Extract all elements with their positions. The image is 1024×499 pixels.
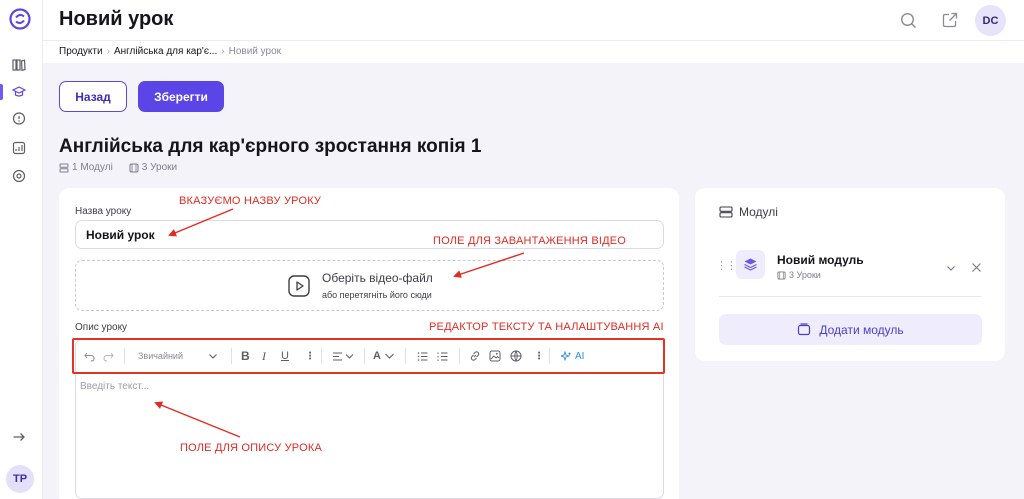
active-indicator — [0, 84, 3, 100]
breadcrumb-current: Новий урок — [228, 46, 282, 57]
page-title: Новий урок — [59, 8, 174, 30]
app-logo-icon[interactable] — [9, 8, 31, 30]
video-upload-dropzone[interactable]: Оберіть відео-файл або перетягніть його … — [75, 260, 664, 311]
add-module-button[interactable]: Додати модуль — [719, 314, 982, 345]
editor-placeholder[interactable]: Введіть текст... — [80, 381, 149, 392]
course-meta: 1 Модулі 3 Уроки — [59, 162, 177, 173]
module-name[interactable]: Новий модуль — [777, 253, 864, 267]
expand-sidebar-icon[interactable] — [10, 428, 28, 446]
module-layers-icon — [736, 250, 765, 279]
add-module-icon — [798, 323, 811, 336]
back-button[interactable]: Назад — [59, 81, 127, 112]
module-lessons-count: 3 Уроки — [789, 270, 821, 280]
add-module-label: Додати модуль — [819, 322, 904, 337]
settings-icon[interactable] — [10, 167, 28, 185]
play-icon — [288, 275, 310, 297]
modules-title: Модулі — [739, 205, 778, 219]
feedback-icon[interactable] — [10, 110, 28, 128]
sidebar: TP — [0, 0, 43, 499]
drag-handle-icon[interactable]: ⋮⋮ — [716, 259, 737, 272]
breadcrumb-bar: Продукти › Англійська для кар'є... › Нов… — [43, 41, 1024, 63]
modules-header: Модулі — [719, 205, 778, 219]
breadcrumb-item-course[interactable]: Англійська для кар'є... — [114, 46, 217, 57]
user-avatar[interactable]: TP — [6, 465, 34, 493]
modules-count: 1 Модулі — [72, 162, 113, 173]
video-upload-title: Оберіть відео-файл — [322, 271, 433, 285]
annotation-description-field: ПОЛЕ ДЛЯ ОПИСУ УРОКА — [180, 442, 322, 454]
profile-avatar[interactable]: DC — [975, 5, 1006, 36]
editor-highlight-box — [72, 338, 665, 374]
breadcrumb: Продукти › Англійська для кар'є... › Нов… — [59, 46, 281, 57]
lesson-name-label: Назва уроку — [75, 206, 132, 217]
graduation-cap-icon[interactable] — [10, 83, 28, 101]
annotation-lesson-name: ВКАЗУЄМО НАЗВУ УРОКУ — [179, 195, 322, 207]
lesson-description-label: Опис уроку — [75, 322, 128, 333]
library-icon[interactable] — [10, 56, 28, 74]
save-button[interactable]: Зберегти — [138, 81, 224, 112]
course-title: Англійська для кар'єрного зростання копі… — [59, 136, 482, 157]
modules-icon — [719, 206, 733, 218]
breadcrumb-item-products[interactable]: Продукти — [59, 46, 103, 57]
search-icon[interactable] — [898, 10, 918, 30]
chevron-down-icon[interactable] — [946, 260, 956, 278]
analytics-icon[interactable] — [10, 139, 28, 157]
breadcrumb-separator: › — [221, 46, 225, 57]
module-meta: 3 Уроки — [777, 270, 821, 280]
external-link-icon[interactable] — [940, 10, 960, 30]
top-header: Новий урок DC — [43, 0, 1024, 41]
lessons-icon — [129, 163, 139, 172]
lessons-count: 3 Уроки — [141, 162, 178, 173]
modules-icon — [59, 163, 69, 172]
annotation-editor-ai: РЕДАКТОР ТЕКСТУ ТА НАЛАШТУВАННЯ AI — [429, 321, 664, 333]
close-icon[interactable] — [971, 260, 982, 278]
divider — [719, 296, 981, 297]
lessons-icon — [777, 270, 786, 280]
annotation-video-field: ПОЛЕ ДЛЯ ЗАВАНТАЖЕННЯ ВІДЕО — [433, 235, 627, 247]
video-upload-subtitle: або перетягніть його сюди — [322, 290, 432, 300]
breadcrumb-separator: › — [106, 46, 110, 57]
